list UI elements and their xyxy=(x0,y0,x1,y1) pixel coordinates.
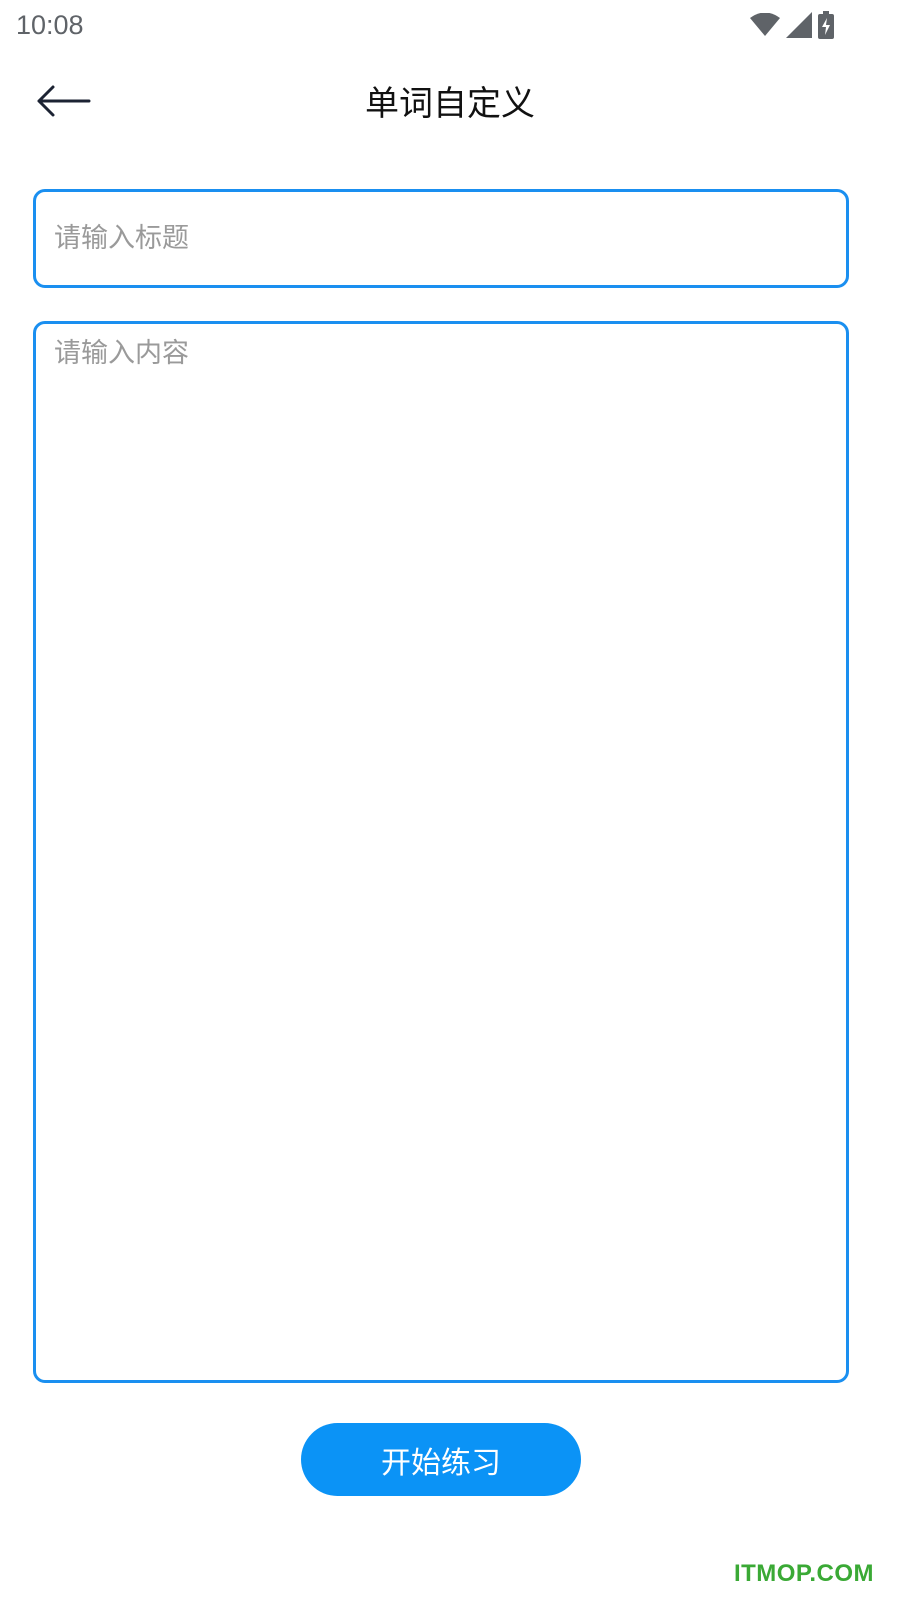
status-bar: 10:08 xyxy=(0,0,900,50)
content-input-container xyxy=(33,321,849,1383)
content-input[interactable] xyxy=(36,324,846,1380)
screen: 10:08 单词自定义 请输入标题 请输入内容 开始练习 ITMOP.COM xyxy=(0,0,900,1600)
status-icons xyxy=(750,10,834,40)
page-title: 单词自定义 xyxy=(365,84,535,124)
app-header: 单词自定义 xyxy=(0,60,900,150)
title-input[interactable] xyxy=(36,192,846,285)
battery-charging-icon xyxy=(818,11,834,39)
watermark: ITMOP.COM xyxy=(733,1560,874,1587)
status-time: 10:08 xyxy=(16,10,84,40)
signal-icon xyxy=(786,12,812,38)
wifi-icon xyxy=(750,13,780,37)
start-practice-button[interactable]: 开始练习 xyxy=(301,1423,581,1496)
title-input-container xyxy=(33,189,849,288)
